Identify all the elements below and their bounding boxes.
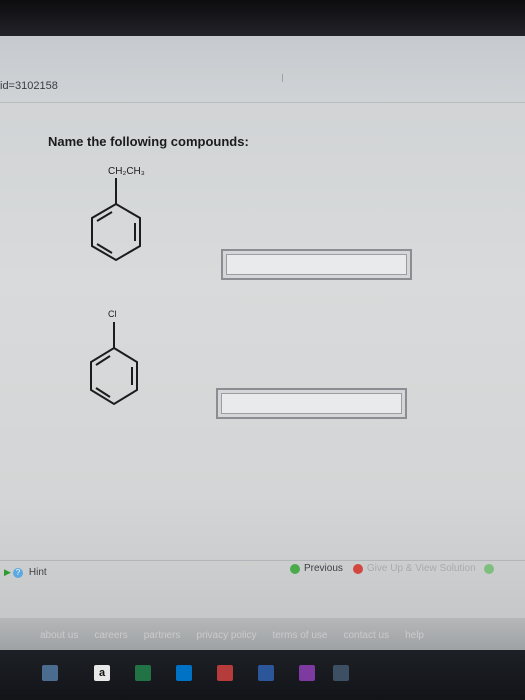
compound-2-answer-input[interactable]	[223, 394, 400, 413]
give-up-icon	[352, 563, 363, 574]
tab-divider	[282, 74, 283, 82]
address-bar-area: id=3102158	[0, 36, 525, 102]
hint-button[interactable]: ▶ ? Hint	[4, 567, 47, 578]
compound-1-structure: CH₂CH₃	[91, 166, 145, 262]
footer-link[interactable]: about us	[40, 630, 78, 641]
footer-link[interactable]: help	[405, 630, 424, 641]
next-icon[interactable]	[483, 563, 494, 574]
onenote-icon[interactable]	[299, 665, 315, 681]
previous-icon	[290, 563, 300, 574]
give-up-button[interactable]: Give Up & View Solution	[367, 563, 476, 574]
compound-1-substituent: CH₂CH₃	[108, 166, 145, 177]
photos-icon[interactable]	[217, 665, 233, 681]
compound-2-substituent: Cl	[108, 309, 117, 319]
monitor-bezel	[0, 0, 525, 36]
hint-bar: ▶ ? Hint Previous Give Up & View Solutio…	[0, 560, 525, 585]
outlook-icon[interactable]	[176, 665, 192, 681]
footer-link[interactable]: partners	[144, 630, 181, 641]
compound-2-answer-field[interactable]	[216, 388, 407, 419]
word-icon[interactable]	[258, 665, 274, 681]
footer-link[interactable]: careers	[94, 630, 127, 641]
browser-viewport: id=3102158 Name the following compounds:…	[0, 36, 525, 650]
compound-1-answer-input[interactable]	[228, 255, 405, 274]
question-nav: Previous Give Up & View Solution	[290, 563, 494, 574]
footer-link[interactable]: contact us	[343, 630, 389, 641]
expand-arrow-icon: ▶	[4, 567, 11, 577]
store-icon[interactable]	[333, 665, 349, 681]
footer-link[interactable]: terms of use	[272, 630, 327, 641]
excel-icon[interactable]	[135, 665, 151, 681]
amazon-icon[interactable]: a	[94, 665, 110, 681]
question-heading: Name the following compounds:	[48, 134, 249, 149]
previous-button[interactable]: Previous	[304, 563, 343, 574]
hint-label: Hint	[28, 567, 47, 578]
footer-link[interactable]: privacy policy	[196, 630, 256, 641]
windows-taskbar: a	[0, 650, 525, 700]
site-footer: about us careers partners privacy policy…	[0, 618, 525, 650]
divider	[0, 102, 525, 103]
compound-2-structure: Cl	[90, 309, 138, 406]
compound-1-answer-field[interactable]	[221, 249, 412, 280]
help-icon: ?	[12, 567, 23, 578]
url-text[interactable]: id=3102158	[0, 80, 58, 92]
footer-links: about us careers partners privacy policy…	[40, 630, 440, 641]
file-explorer-icon[interactable]	[42, 665, 58, 681]
